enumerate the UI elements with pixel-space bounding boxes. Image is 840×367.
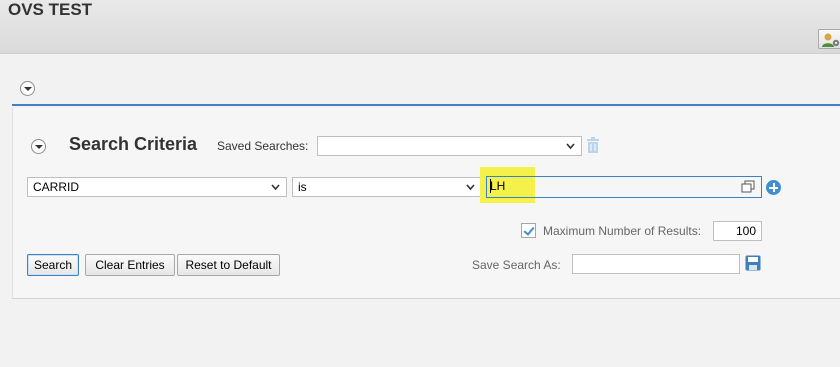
page-collapse-toggle[interactable] xyxy=(20,81,35,96)
save-search-as-label: Save Search As: xyxy=(472,258,561,272)
delete-saved-search-icon[interactable] xyxy=(586,137,600,153)
user-settings-icon xyxy=(822,33,840,47)
value-input-text: LH xyxy=(490,179,506,193)
max-results-checkbox[interactable] xyxy=(521,223,536,238)
chevron-down-icon xyxy=(466,184,475,191)
add-criteria-icon[interactable] xyxy=(766,180,781,195)
chevron-down-icon xyxy=(566,143,575,150)
save-icon[interactable] xyxy=(745,255,761,271)
value-input[interactable] xyxy=(486,176,762,198)
field-select-value: CARRID xyxy=(33,180,80,194)
save-search-as-input[interactable] xyxy=(572,254,740,274)
chevron-down-icon xyxy=(271,184,280,191)
app-title: OVS TEST xyxy=(8,0,93,19)
field-select[interactable]: CARRID xyxy=(27,177,287,197)
saved-searches-label: Saved Searches: xyxy=(217,139,309,153)
section-divider xyxy=(12,104,840,106)
operator-select-value: is xyxy=(298,180,307,194)
operator-select[interactable]: is xyxy=(292,177,482,197)
max-results-label: Maximum Number of Results: xyxy=(543,224,702,238)
clear-entries-button[interactable]: Clear Entries xyxy=(85,254,175,276)
app-header: OVS TEST xyxy=(0,0,840,54)
value-help-icon[interactable] xyxy=(741,180,755,193)
search-button[interactable]: Search xyxy=(27,254,79,276)
search-criteria-toggle[interactable] xyxy=(31,139,46,154)
text-cursor xyxy=(490,179,491,193)
max-results-input[interactable]: 100 xyxy=(713,221,762,241)
reset-to-default-button[interactable]: Reset to Default xyxy=(177,254,280,276)
saved-searches-dropdown[interactable] xyxy=(317,136,582,156)
personalize-button[interactable] xyxy=(818,29,840,49)
search-criteria-title: Search Criteria xyxy=(69,134,198,154)
